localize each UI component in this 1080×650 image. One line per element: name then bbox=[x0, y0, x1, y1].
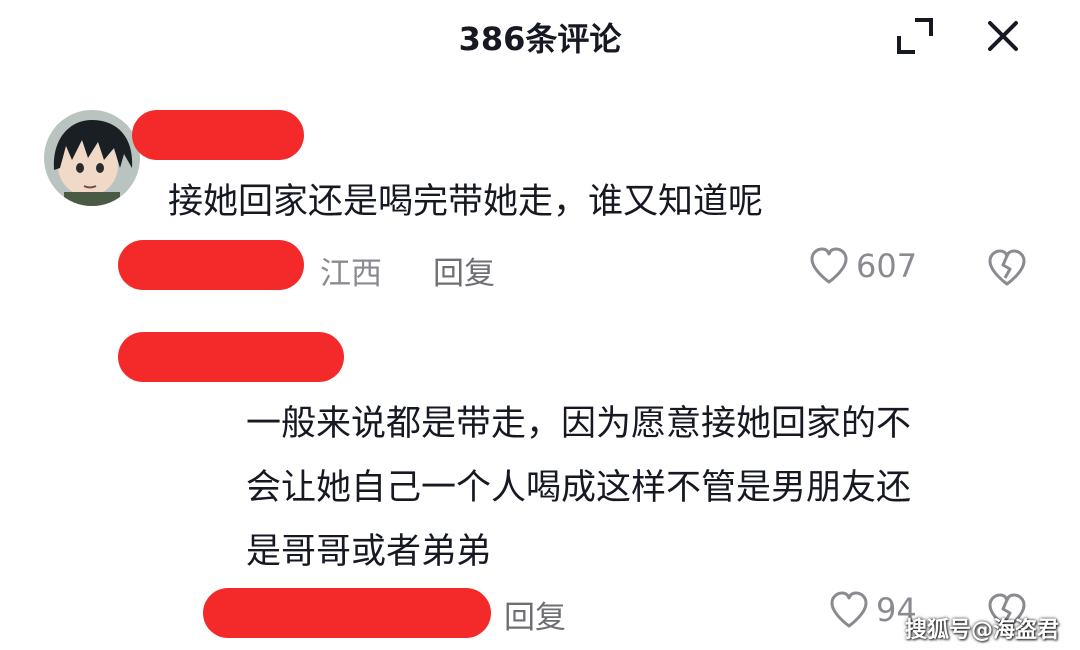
redacted-username bbox=[118, 332, 344, 382]
reply-button[interactable]: 回复 bbox=[433, 248, 495, 293]
expand-icon bbox=[897, 18, 933, 54]
redacted-timestamp bbox=[203, 588, 491, 638]
heart-icon bbox=[830, 591, 868, 628]
broken-heart-icon bbox=[988, 249, 1026, 286]
reply-button[interactable]: 回复 bbox=[504, 592, 566, 637]
redacted-username bbox=[132, 110, 304, 160]
location-label: 江西 bbox=[320, 256, 382, 292]
close-icon bbox=[988, 21, 1018, 51]
like-count: 607 bbox=[856, 247, 918, 285]
anime-avatar-icon bbox=[44, 110, 140, 206]
heart-icon bbox=[810, 247, 848, 284]
reply-text-line-1: 一般来说都是带走，因为愿意接她回家的不 bbox=[246, 404, 912, 444]
reply-text-line-3: 是哥哥或者弟弟 bbox=[246, 532, 492, 572]
reply-text-line-2: 会让她自己一个人喝成这样不管是男朋友还 bbox=[246, 468, 912, 508]
like-button[interactable]: 607 bbox=[808, 246, 917, 286]
like-button[interactable]: 94 bbox=[828, 590, 917, 630]
close-button[interactable] bbox=[981, 14, 1025, 58]
dislike-button[interactable] bbox=[985, 248, 1029, 288]
avatar[interactable] bbox=[44, 110, 140, 206]
comment-text: 接她回家还是喝完带她走，谁又知道呢 bbox=[168, 182, 764, 222]
redacted-timestamp bbox=[118, 240, 304, 290]
watermark: 搜狐号@海盗君 bbox=[905, 618, 1060, 643]
expand-button[interactable] bbox=[893, 14, 937, 58]
